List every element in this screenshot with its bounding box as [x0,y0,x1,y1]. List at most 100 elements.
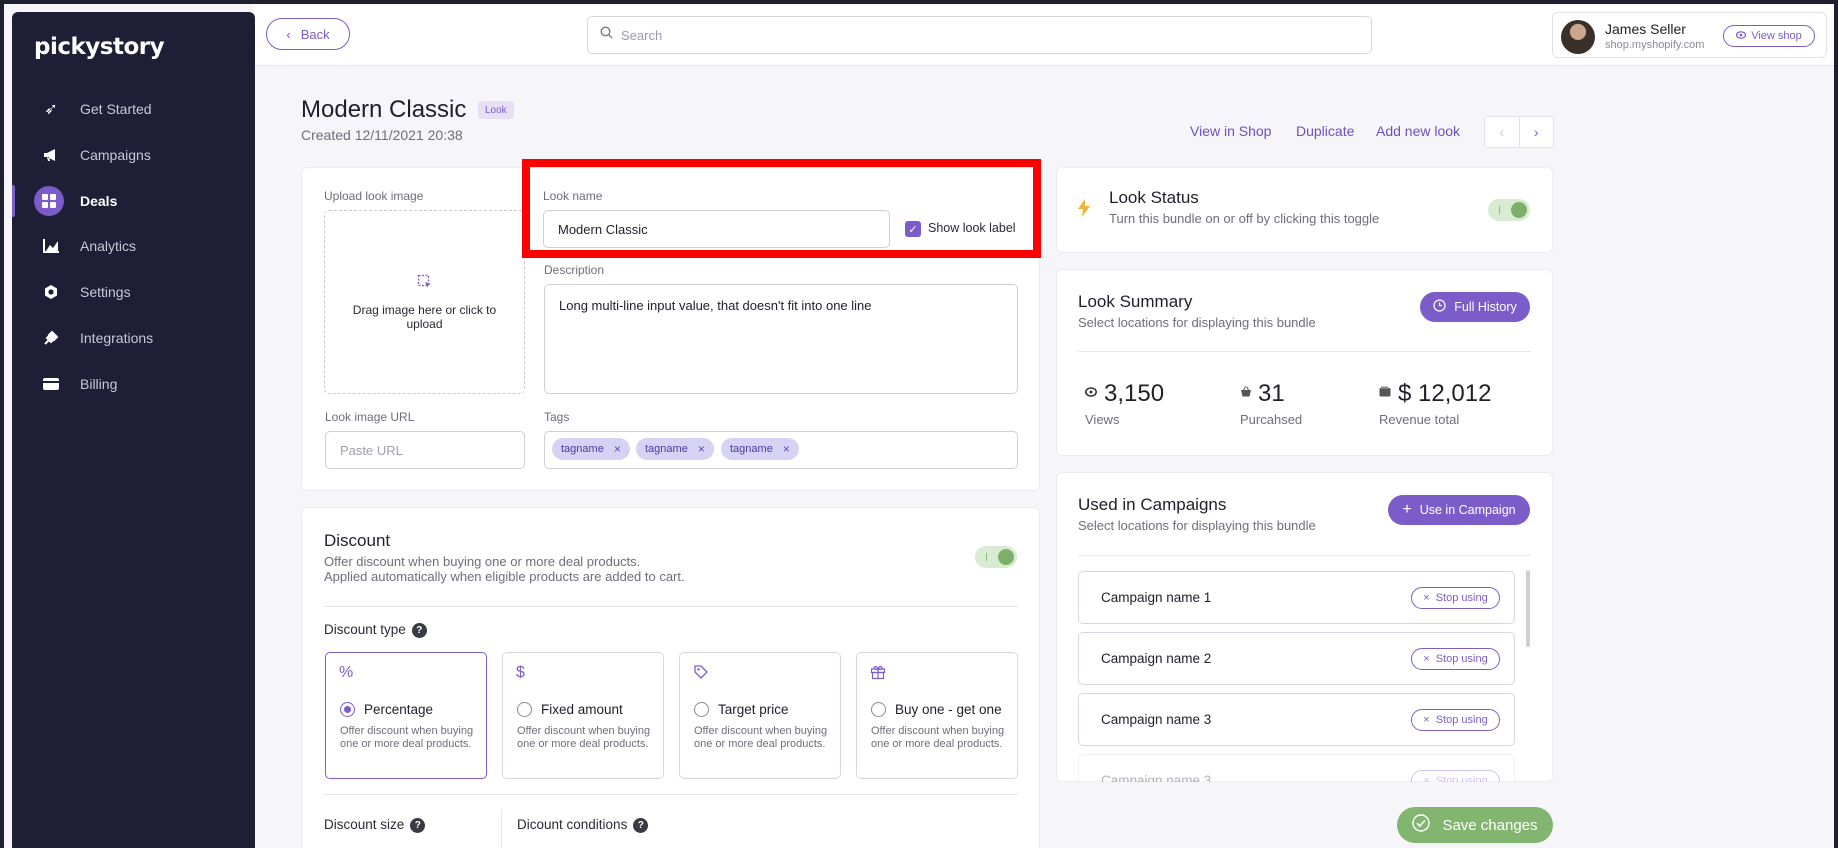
discount-type-title: Target price [718,702,789,717]
discount-type-percentage[interactable]: % Percentage Offer discount when buying … [325,652,487,779]
use-in-campaign-button[interactable]: + Use in Campaign [1388,495,1530,525]
description-textarea[interactable]: Long multi-line input value, that doesn'… [544,284,1018,394]
divider [324,794,1018,795]
radio-button[interactable] [340,702,355,717]
tag-label: tagname [730,443,773,455]
previous-look-button[interactable]: ‹ [1485,117,1520,147]
discount-type-desc: Offer discount when buying one or more d… [517,725,651,750]
image-url-input[interactable]: Paste URL [325,431,525,469]
close-icon[interactable]: × [698,442,705,456]
close-icon: × [1423,653,1430,665]
sidebar-item-analytics[interactable]: Analytics [12,224,255,268]
discount-toggle[interactable] [975,546,1017,568]
campaign-row[interactable]: Campaign name 2 × Stop using [1078,632,1515,685]
radio-button[interactable] [517,702,532,717]
discount-type-target-price[interactable]: Target price Offer discount when buying … [679,652,841,779]
stop-using-button[interactable]: × Stop using [1411,587,1500,609]
radio-button[interactable] [694,702,709,717]
view-shop-label: View shop [1751,30,1802,42]
campaign-name: Campaign name 2 [1101,651,1212,666]
discount-type-desc: Offer discount when buying one or more d… [871,725,1005,750]
clock-icon [1433,299,1446,315]
help-icon[interactable]: ? [411,622,427,638]
next-look-button[interactable]: › [1520,117,1554,147]
tag-chip[interactable]: tagname × [552,438,630,460]
chevron-left-icon: ‹ [286,26,291,42]
chart-icon [40,235,62,257]
radio-button[interactable] [871,702,886,717]
tag-label: tagname [561,443,604,455]
sidebar-item-integrations[interactable]: Integrations [12,316,255,360]
discount-conditions-label: Dicount conditions? [517,817,649,833]
stop-using-button[interactable]: × Stop using [1411,709,1500,731]
lightning-icon [1078,199,1090,222]
look-badge: Look [478,101,514,119]
search-input[interactable] [621,27,1321,43]
revenue-value: $ 12,012 [1398,380,1492,407]
sidebar-item-label: Settings [80,284,131,300]
views-label: Views [1085,412,1120,427]
sidebar-item-get-started[interactable]: ➶ Get Started [12,87,255,131]
help-icon[interactable]: ? [410,817,426,833]
close-icon: × [1423,775,1430,782]
stop-using-button[interactable]: × Stop using [1411,770,1500,782]
back-button[interactable]: ‹ Back [266,18,350,50]
sidebar-item-label: Get Started [80,101,152,117]
duplicate-link[interactable]: Duplicate [1296,123,1354,139]
plug-icon [40,327,62,349]
look-summary-title: Look Summary [1078,292,1193,311]
sidebar-item-deals[interactable]: Deals [12,179,255,223]
campaigns-scrollbar[interactable] [1526,570,1530,647]
campaigns-subtitle: Select locations for displaying this bun… [1078,518,1316,533]
chevron-right-icon: › [1533,124,1539,140]
sidebar-item-settings[interactable]: Settings [12,270,255,314]
upload-text: Drag image here or click to upload [352,302,497,331]
card-icon [40,373,62,395]
discount-type-bogo[interactable]: Buy one - get one Offer discount when bu… [856,652,1018,779]
sidebar-item-label: Campaigns [80,147,151,163]
save-changes-button[interactable]: Save changes [1397,807,1553,843]
divider [1078,555,1531,556]
eye-icon [1085,386,1097,400]
view-in-shop-link[interactable]: View in Shop [1190,123,1271,139]
stop-using-label: Stop using [1435,592,1488,604]
user-name: James Seller [1605,21,1686,37]
highlight-box [522,159,1041,258]
description-label: Description [544,263,605,277]
look-status-toggle[interactable] [1488,199,1530,221]
discount-title: Discount [324,531,391,550]
sidebar-item-billing[interactable]: Billing [12,362,255,406]
help-icon[interactable]: ? [633,817,649,833]
search-box[interactable] [587,16,1372,54]
purchased-label: Purcahsed [1240,412,1303,427]
full-history-label: Full History [1454,300,1517,314]
eye-icon [1736,30,1747,42]
close-icon: × [1423,714,1430,726]
avatar[interactable] [1561,20,1595,54]
add-new-look-link[interactable]: Add new look [1376,123,1460,139]
full-history-button[interactable]: Full History [1420,292,1530,322]
basket-icon [1240,386,1252,400]
app-logo[interactable]: pickystory [34,34,165,60]
percent-icon: % [339,664,354,681]
use-in-campaign-label: Use in Campaign [1419,503,1516,517]
view-shop-button[interactable]: View shop [1723,25,1815,47]
created-date: Created 12/11/2021 20:38 [301,127,463,143]
tag-chip[interactable]: tagname × [721,438,799,460]
campaign-row[interactable]: Campaign name 3 × Stop using [1078,754,1515,782]
discount-type-title: Fixed amount [541,702,623,717]
close-icon[interactable]: × [614,442,621,456]
sidebar-item-campaigns[interactable]: Campaigns [12,133,255,177]
campaign-row[interactable]: Campaign name 3 × Stop using [1078,693,1515,746]
tag-chip[interactable]: tagname × [636,438,714,460]
stop-using-button[interactable]: × Stop using [1411,648,1500,670]
close-icon[interactable]: × [783,442,790,456]
image-upload-zone[interactable]: Drag image here or click to upload [324,210,525,394]
purchased-value: 31 [1258,380,1285,407]
campaign-row[interactable]: Campaign name 1 × Stop using [1078,571,1515,624]
tag-icon [693,664,709,685]
discount-type-fixed-amount[interactable]: $ Fixed amount Offer discount when buyin… [502,652,664,779]
search-icon [600,26,613,44]
chevron-left-icon: ‹ [1499,124,1505,140]
revenue-label: Revenue total [1379,412,1460,427]
